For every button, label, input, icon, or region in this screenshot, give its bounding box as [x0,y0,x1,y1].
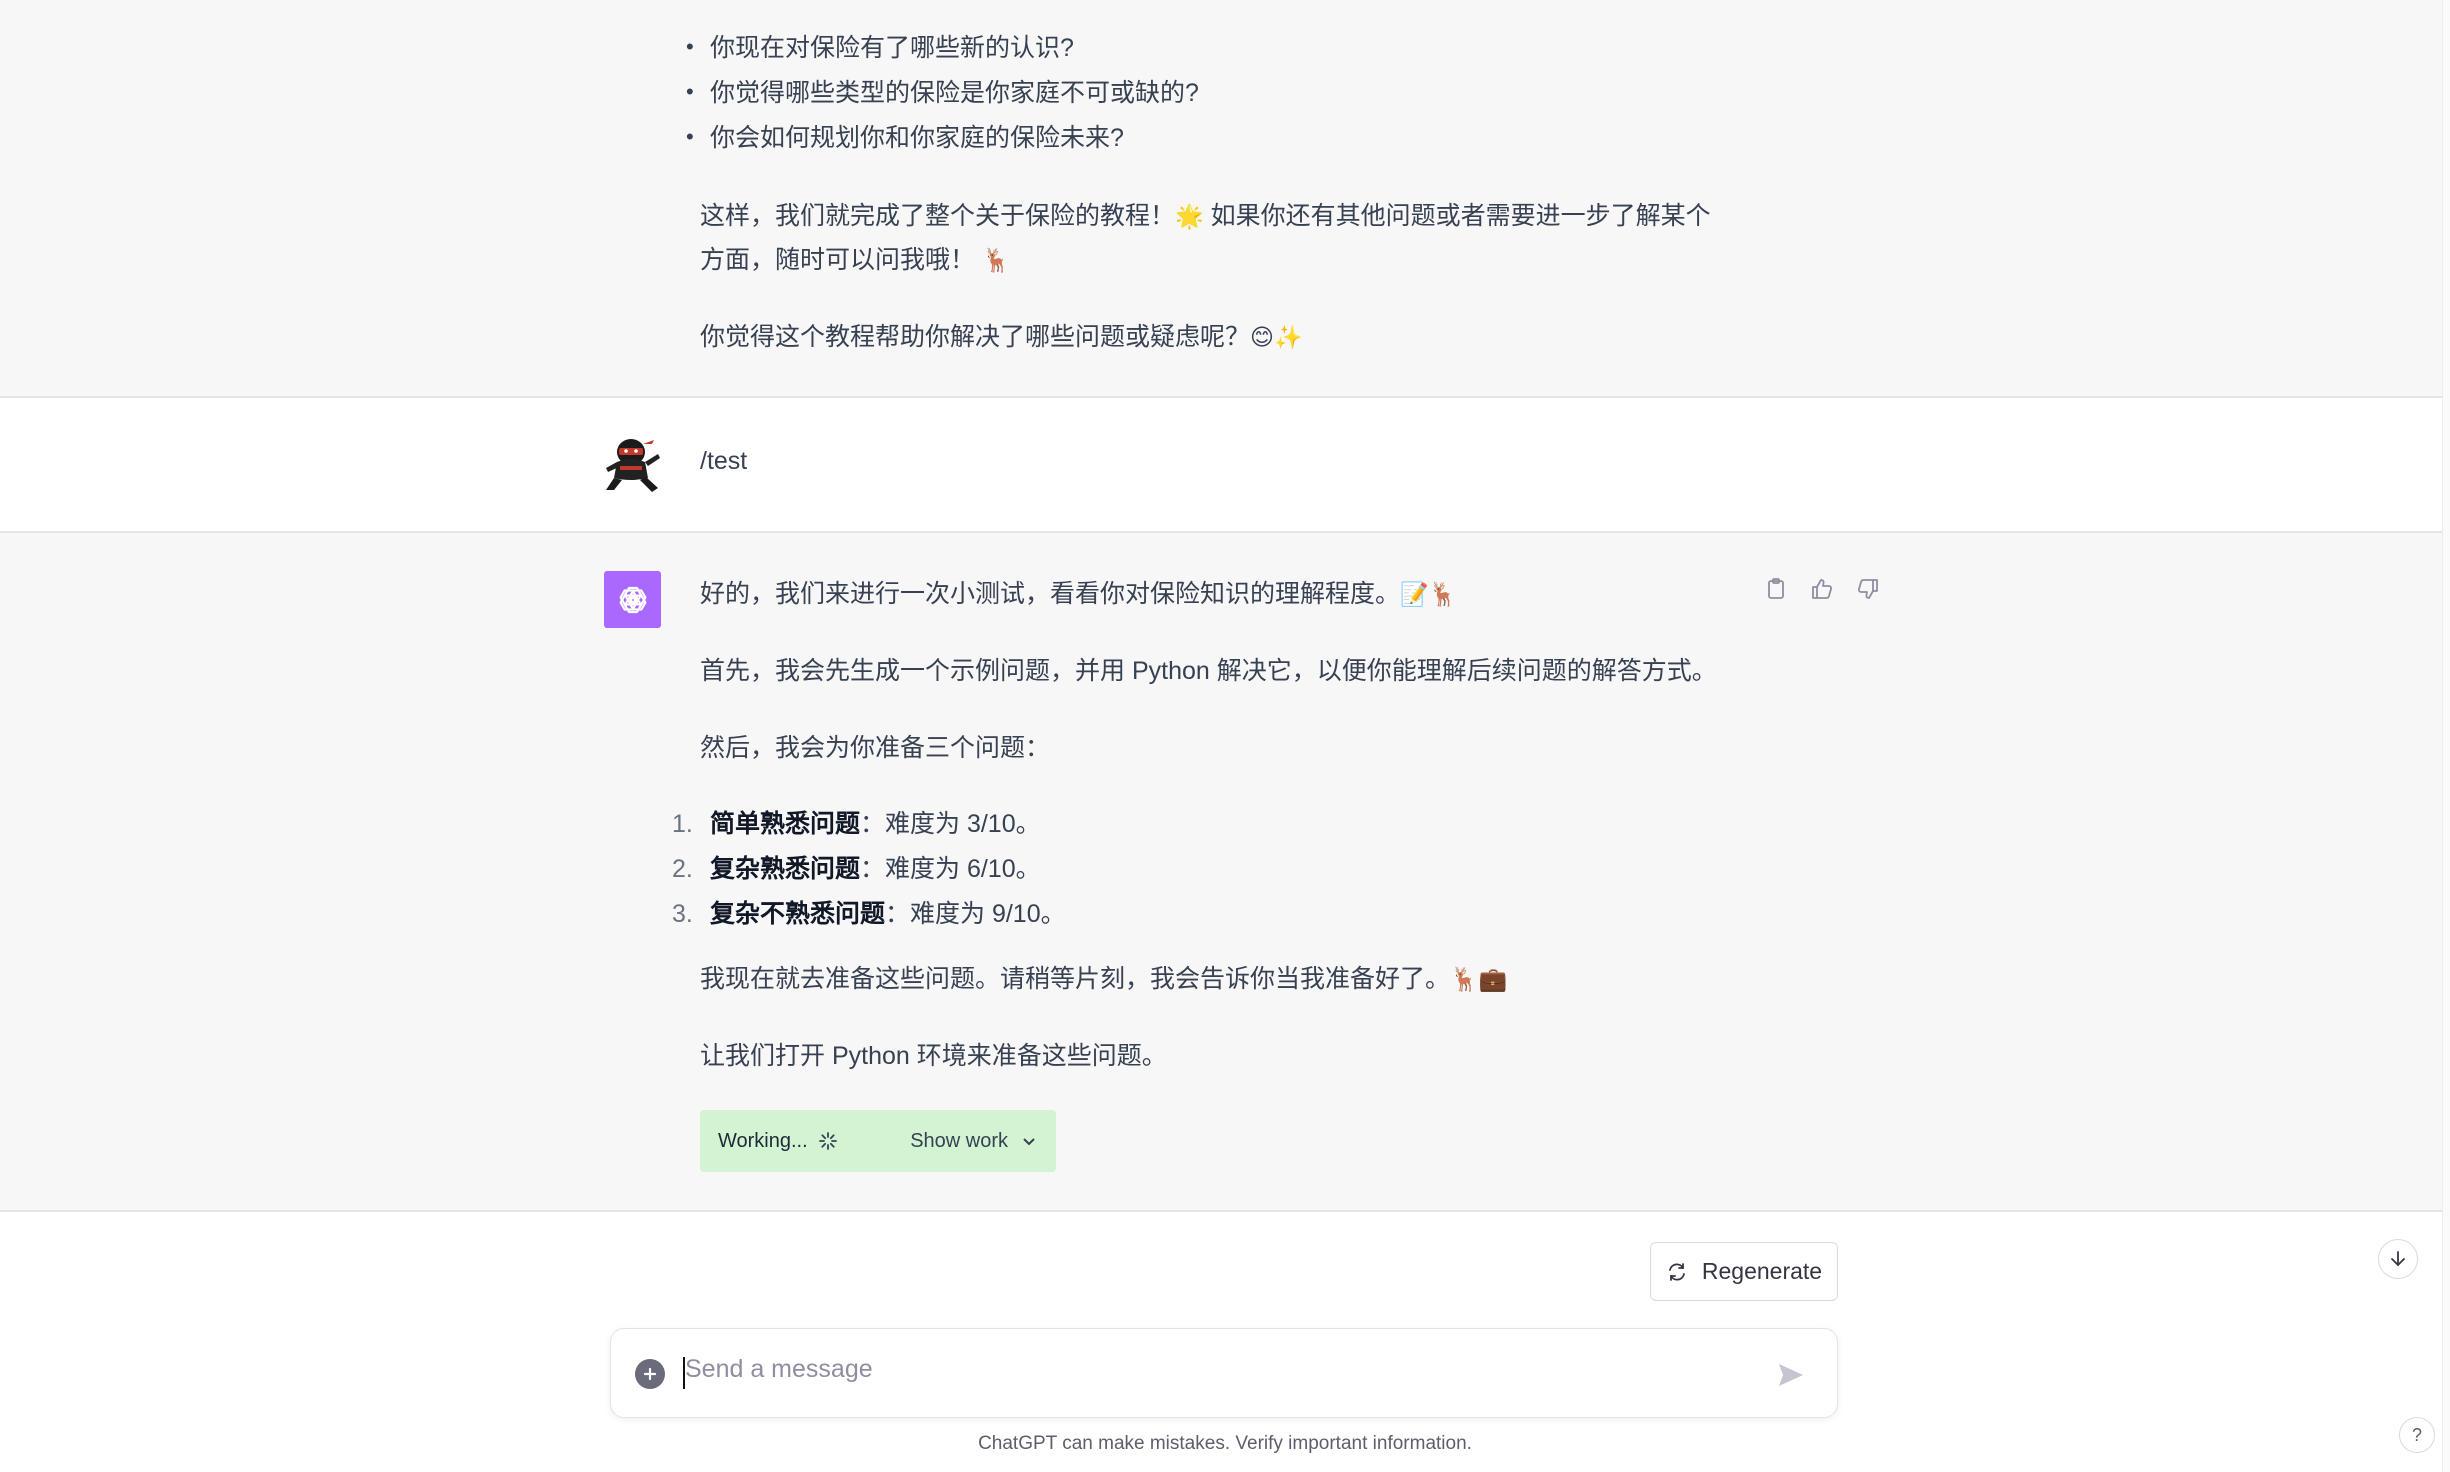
scroll-to-bottom-button[interactable] [2378,1239,2418,1279]
disclaimer-text: ChatGPT can make mistakes. Verify import… [978,1433,1472,1454]
chevron-down-icon [1023,1138,1035,1146]
list-item: 1. 简单熟悉问题：难度为 3/10。 [672,802,1066,847]
paragraph-text: 这样，我们就完成了整个关于保险的教程！ [700,202,1176,230]
deer-emoji: 🦌 [981,248,1011,274]
list-item: 3. 复杂不熟悉问题：难度为 9/10。 [672,892,1066,937]
reflection-bullet-list: 你现在对保险有了哪些新的认识? 你觉得哪些类型的保险是你家庭不可或缺的? 你会如… [684,24,1199,161]
regenerate-label: Regenerate [1701,1258,1823,1284]
paragraph-text: 你觉得这个教程帮助你解决了哪些问题或疑虑呢？ [700,323,1251,351]
assistant-paragraph-2: 然后，我会为你准备三个问题： [700,734,1051,762]
spinner-icon [818,1132,837,1150]
previous-assistant-message: 你现在对保险有了哪些新的认识? 你觉得哪些类型的保险是你家庭不可或缺的? 你会如… [0,0,2442,398]
send-icon[interactable] [1775,1359,1807,1391]
list-item-title: 简单熟悉问题 [710,810,861,838]
show-work-label: Show work [910,1129,1008,1152]
ninja-avatar-icon [600,432,662,494]
list-item-detail: ：难度为 6/10。 [860,855,1041,883]
show-work-toggle[interactable]: Show work [910,1130,1038,1153]
assistant-intro: 好的，我们来进行一次小测试，看看你对保险知识的理解程度。📝🦌 [700,572,1457,617]
attach-plus-icon[interactable] [635,1359,665,1389]
assistant-paragraph-4: 让我们打开 Python 环境来准备这些问题。 [700,1042,1167,1070]
assistant-paragraph-1: 首先，我会先生成一个示例问题，并用 Python 解决它，以便你能理解后续问题的… [700,657,1717,685]
list-number: 3. [672,900,693,928]
list-item: 你觉得哪些类型的保险是你家庭不可或缺的? [684,69,1199,116]
help-button[interactable]: ? [2399,1417,2435,1453]
list-item-title: 复杂不熟悉问题 [710,900,886,928]
paragraph-text: 如果你还有其他问题或者需要进一步了解某个 [1203,202,1711,230]
glowing-star-emoji: 🌟 [1175,204,1204,230]
clipboard-icon[interactable] [1762,575,1790,603]
list-number: 2. [672,855,693,883]
chat-page: 你现在对保险有了哪些新的认识? 你觉得哪些类型的保险是你家庭不可或缺的? 你会如… [0,0,2450,1472]
message-composer[interactable]: Send a message [610,1328,1838,1418]
deer-briefcase-emoji: 🦌💼 [1450,967,1508,993]
list-item: 你现在对保险有了哪些新的认识? [684,24,1199,71]
closing-paragraph-line-2: 方面，随时可以问我哦！ 🦌 [700,238,1011,283]
paragraph-text: 好的，我们来进行一次小测试，看看你对保险知识的理解程度。 [700,580,1401,608]
regenerate-button[interactable]: Regenerate [1650,1242,1838,1301]
list-number: 1. [672,810,693,838]
list-item-detail: ：难度为 9/10。 [885,900,1066,928]
paragraph-text: 我现在就去准备这些问题。请稍等片刻，我会告诉你当我准备好了。 [700,965,1451,993]
list-item-title: 复杂熟悉问题 [710,855,861,883]
question-paragraph: 你觉得这个教程帮助你解决了哪些问题或疑虑呢？😊✨ [700,315,1303,360]
paragraph-text: 方面，随时可以问我哦！ [700,246,976,274]
memo-deer-emoji: 📝🦌 [1400,582,1458,608]
message-input[interactable]: Send a message [685,1355,873,1384]
list-item: 你会如何规划你和你家庭的保险未来? [684,114,1199,161]
page-scrollbar[interactable] [2442,0,2450,1472]
message-actions [1762,575,1882,603]
user-message-text: /test [700,447,748,475]
refresh-icon [1668,1262,1685,1281]
user-message: /test [0,398,2442,533]
chatgpt-logo-icon [604,571,661,628]
working-label: Working... [718,1129,808,1152]
assistant-paragraph-3: 我现在就去准备这些问题。请稍等片刻，我会告诉你当我准备好了。🦌💼 [700,957,1507,1002]
smile-sparkles-emoji: 😊✨ [1250,325,1303,351]
list-item-detail: ：难度为 3/10。 [860,810,1041,838]
thumbs-down-icon[interactable] [1854,575,1882,603]
closing-paragraph-line-1: 这样，我们就完成了整个关于保险的教程！🌟 如果你还有其他问题或者需要进一步了解某… [700,194,1711,239]
assistant-message: 好的，我们来进行一次小测试，看看你对保险知识的理解程度。📝🦌 首先，我会先生成一… [0,533,2442,1212]
code-interpreter-status: Working... Show work [700,1110,1056,1172]
thumbs-up-icon[interactable] [1808,575,1836,603]
list-item: 2. 复杂熟悉问题：难度为 6/10。 [672,847,1066,892]
arrow-down-icon [2391,1251,2405,1267]
question-difficulty-list: 1. 简单熟悉问题：难度为 3/10。 2. 复杂熟悉问题：难度为 6/10。 3.… [672,802,1066,937]
